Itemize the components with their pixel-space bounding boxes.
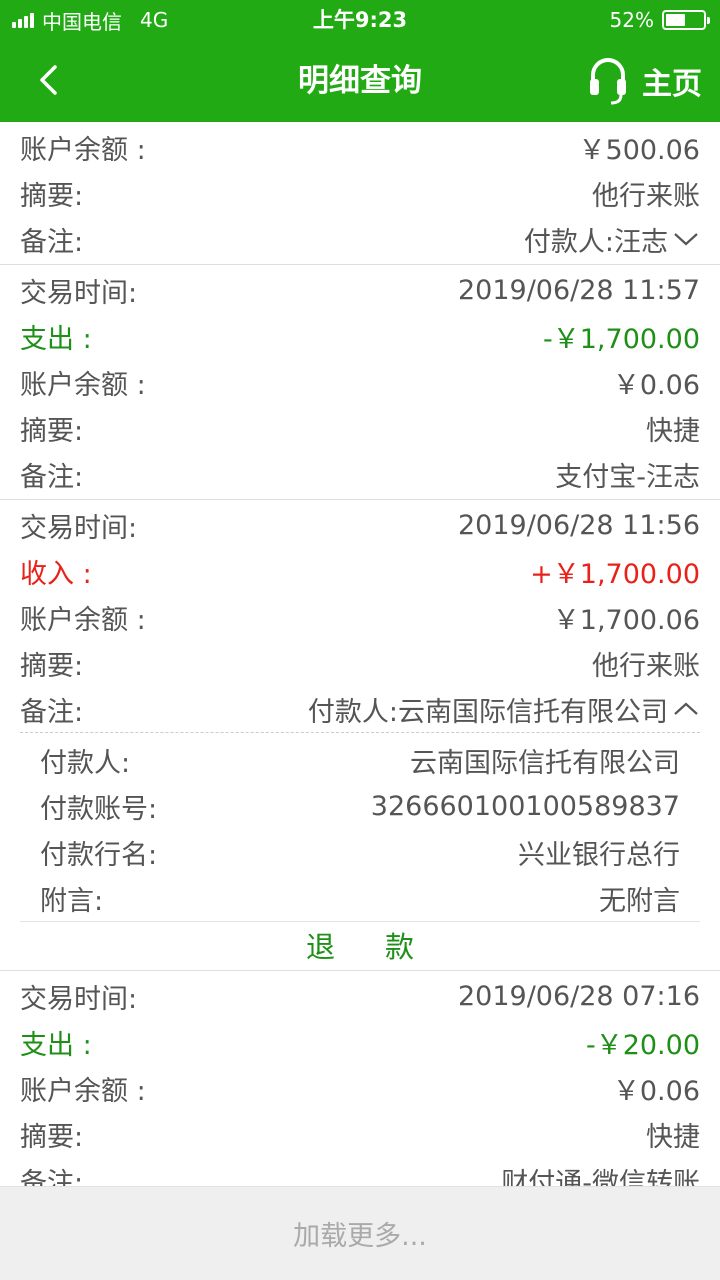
load-more-button[interactable]: 加载更多... [0,1186,720,1280]
note-value-wrap[interactable]: 付款人:汪志 [524,220,700,259]
time-value: 2019/06/28 11:56 [457,509,700,541]
summary-label: 摘要: [20,1121,84,1153]
balance-label: 账户余额 : [20,369,146,401]
time-label: 交易时间: [20,277,138,309]
time-value: 2019/06/28 07:16 [457,980,700,1012]
note-value: 支付宝-汪志 [555,461,700,493]
payer-account-label: 付款账号: [40,793,158,825]
note-row: 备注: 支付宝-汪志 [0,451,720,497]
home-button[interactable]: 主页 [588,52,702,110]
balance-value: ￥500.06 [578,134,700,166]
amount-row: 收入 : +￥1,700.00 [0,548,720,594]
summary-label: 摘要: [20,415,84,447]
balance-label: 账户余额 : [20,1075,146,1107]
transaction-record: 交易时间: 2019/06/28 11:57 支出 : -￥1,700.00 账… [0,265,720,500]
amount-label: 支出 : [20,1029,92,1061]
amount-value: -￥20.00 [585,1029,700,1061]
summary-row: 摘要: 他行来账 [0,640,720,686]
balance-value: ￥1,700.06 [552,604,700,636]
battery-percent: 52% [609,8,654,32]
chevron-down-icon[interactable] [672,230,700,248]
time-row: 交易时间: 2019/06/28 07:16 [0,973,720,1019]
memo-label: 附言: [40,885,104,917]
balance-row: 账户余额 : ￥500.06 [0,124,720,170]
memo-value: 无附言 [599,885,680,917]
note-row[interactable]: 备注: 付款人:汪志 [0,216,720,262]
summary-row: 摘要: 快捷 [0,405,720,451]
summary-value: 快捷 [646,415,700,447]
payer-value: 云南国际信托有限公司 [410,747,680,779]
time-value: 2019/06/28 11:57 [457,274,700,306]
payer-detail-panel: 付款人: 云南国际信托有限公司 付款账号: 326660100100589837… [20,732,700,921]
balance-value: ￥0.06 [612,1075,700,1107]
time-row: 交易时间: 2019/06/28 11:57 [0,267,720,313]
transaction-record: 账户余额 : ￥500.06 摘要: 他行来账 备注: 付款人:汪志 [0,122,720,265]
status-bar: 中国电信 4G 上午9:23 52% [0,0,720,40]
note-label: 备注: [20,461,84,493]
balance-value: ￥0.06 [612,369,700,401]
payer-account-value: 326660100100589837 [370,790,680,822]
transaction-list[interactable]: 账户余额 : ￥500.06 摘要: 他行来账 备注: 付款人:汪志 交易时间:… [0,122,720,1186]
payer-label: 付款人: [40,747,131,779]
amount-value: +￥1,700.00 [530,558,700,590]
summary-value: 他行来账 [592,650,700,682]
amount-label: 收入 : [20,558,92,590]
payer-account-row: 付款账号: 326660100100589837 [20,783,700,829]
amount-row: 支出 : -￥1,700.00 [0,313,720,359]
time-label: 交易时间: [20,512,138,544]
payer-row: 付款人: 云南国际信托有限公司 [20,737,700,783]
home-label: 主页 [642,67,702,102]
summary-value: 他行来账 [592,180,700,212]
note-label: 备注: [20,696,84,728]
balance-label: 账户余额 : [20,604,146,636]
payer-bank-value: 兴业银行总行 [518,839,680,871]
battery-icon [662,10,710,30]
amount-row: 支出 : -￥20.00 [0,1019,720,1065]
time-row: 交易时间: 2019/06/28 11:56 [0,502,720,548]
amount-label: 支出 : [20,323,92,355]
balance-row: 账户余额 : ￥0.06 [0,1065,720,1111]
note-value-wrap[interactable]: 付款人:云南国际信托有限公司 [308,690,700,729]
note-label: 备注: [20,1167,84,1187]
note-value: 付款人:云南国际信托有限公司 [307,696,668,728]
summary-label: 摘要: [20,180,84,212]
balance-label: 账户余额 : [20,134,146,166]
note-label: 备注: [20,226,84,258]
note-value: 财付通-微信转账 [501,1167,700,1187]
note-value: 付款人:汪志 [523,226,668,258]
payer-bank-row: 付款行名: 兴业银行总行 [20,829,700,875]
memo-row: 附言: 无附言 [20,875,700,921]
summary-row: 摘要: 快捷 [0,1111,720,1157]
note-row[interactable]: 备注: 付款人:云南国际信托有限公司 [0,686,720,732]
transaction-record: 交易时间: 2019/06/28 11:56 收入 : +￥1,700.00 账… [0,500,720,971]
amount-value: -￥1,700.00 [543,323,700,355]
balance-row: 账户余额 : ￥0.06 [0,359,720,405]
summary-value: 快捷 [646,1121,700,1153]
balance-row: 账户余额 : ￥1,700.06 [0,594,720,640]
transaction-record: 交易时间: 2019/06/28 07:16 支出 : -￥20.00 账户余额… [0,971,720,1187]
refund-button[interactable]: 退款 [0,922,720,968]
headset-icon [590,58,626,105]
summary-row: 摘要: 他行来账 [0,170,720,216]
summary-label: 摘要: [20,650,84,682]
note-row: 备注: 财付通-微信转账 [0,1157,720,1187]
nav-bar: 明细查询 主页 [0,40,720,122]
payer-bank-label: 付款行名: [40,839,158,871]
time-label: 交易时间: [20,983,138,1015]
chevron-up-icon[interactable] [672,700,700,718]
